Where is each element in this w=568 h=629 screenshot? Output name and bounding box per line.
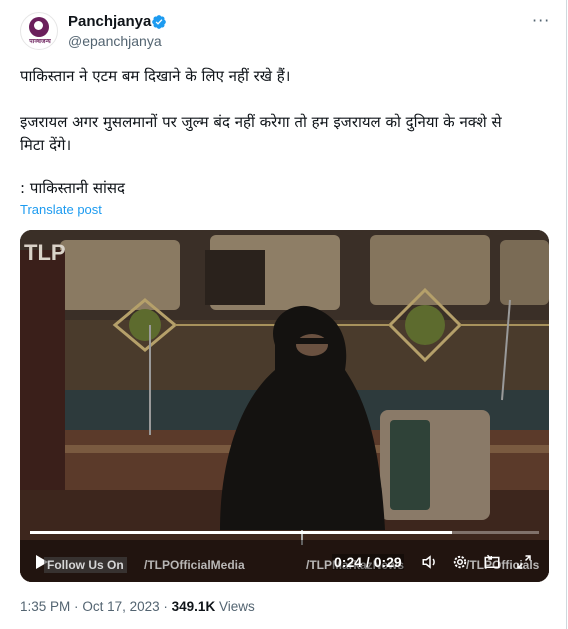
tlp-watermark: TLP [24,240,66,265]
post-date[interactable]: Oct 17, 2023 [82,599,159,614]
pip-icon[interactable] [483,553,501,571]
overlay-media-text: /TLPOfficialMedia [144,558,245,572]
avatar[interactable]: पाञ्चजन्य [20,12,58,50]
video-frame [20,230,549,582]
post-card: पाञ्चजन्य Panchjanya @epanchjanya ··· पा… [0,0,567,629]
settings-icon[interactable] [451,553,469,571]
post-text-line-2: इजरायल अगर मुसलमानों पर जुल्म बंद नहीं क… [20,113,502,131]
video-player[interactable]: TLP Follow Us On /TLPOfficialMedia /TLPM… [20,230,549,582]
views-label: Views [218,599,255,614]
more-horizontal-icon[interactable]: ··· [532,13,552,29]
avatar-brand-text: पाञ्चजन्य [29,38,51,45]
panchjanya-logo-icon [29,17,49,37]
post-text-line-1: पाकिस्तान ने एटम बम दिखाने के लिए नहीं र… [20,67,291,85]
fullscreen-icon[interactable] [515,553,533,571]
video-progress-bar[interactable] [30,531,539,534]
overlay-follow-text: Follow Us On [44,557,127,573]
post-text-line-4: : पाकिस्तानी सांसद [20,179,126,197]
video-progress-fill [30,531,453,534]
translate-post-link[interactable]: Translate post [20,202,102,217]
post-text-line-3: मिटा देंगे। [20,136,72,154]
author-handle[interactable]: @epanchjanya [68,33,162,49]
video-time: 0:24 / 0:29 [332,554,404,570]
meta-separator: · [74,599,79,614]
post-time[interactable]: 1:35 PM [20,599,70,614]
verified-badge-icon [152,15,166,29]
author-name[interactable]: Panchjanya [68,13,151,30]
post-meta: 1:35 PM · Oct 17, 2023 · 349.1K Views [20,599,255,614]
volume-icon[interactable] [421,553,439,571]
views-count[interactable]: 349.1K [172,599,216,614]
meta-separator-2: · [163,599,168,614]
